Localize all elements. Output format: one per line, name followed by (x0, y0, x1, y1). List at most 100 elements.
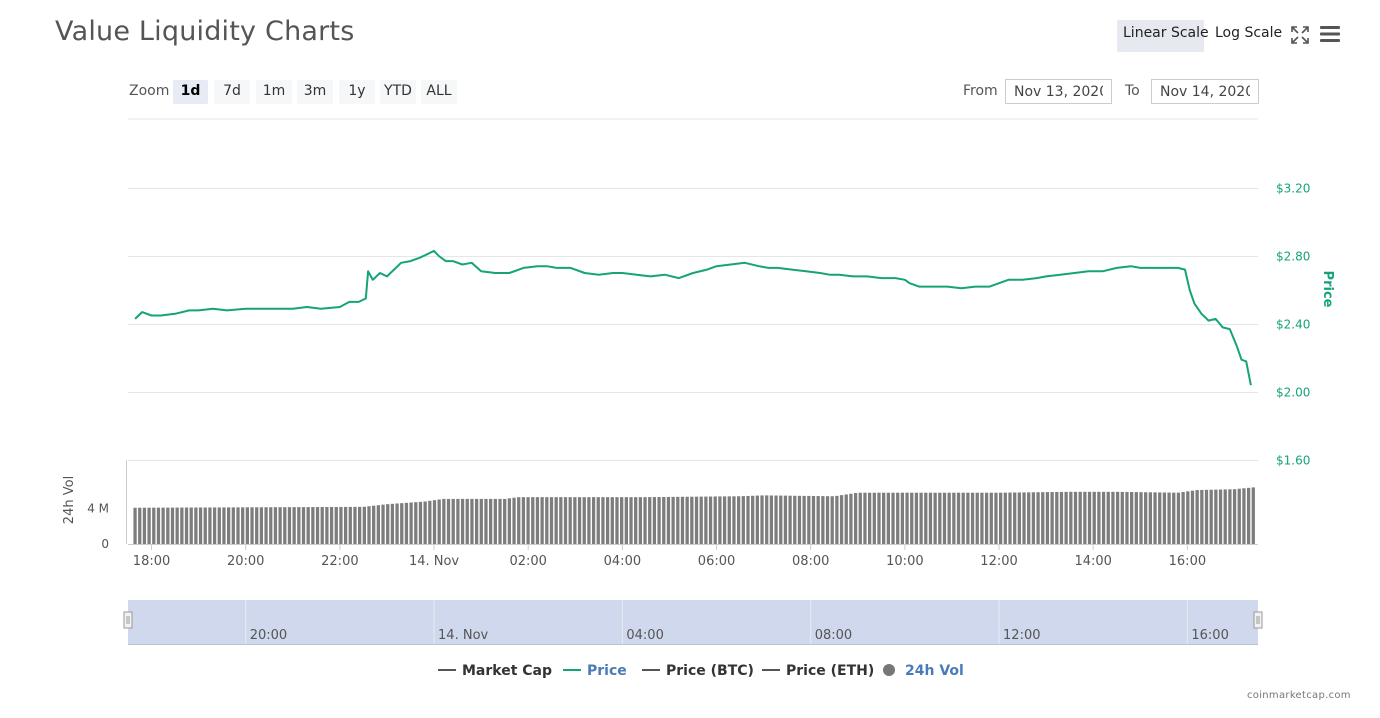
volume-bar (517, 497, 521, 544)
x-tick-label: 20:00 (227, 554, 264, 569)
volume-bar (1134, 492, 1138, 544)
chart-gridlines (128, 118, 1258, 461)
volume-bar (133, 507, 137, 544)
volume-bar (769, 495, 774, 544)
volume-bar (1190, 490, 1195, 544)
volume-bar (1209, 489, 1213, 544)
volume-bar (1059, 491, 1064, 544)
legend-market-cap[interactable]: Market Cap (438, 660, 552, 682)
volume-bar (175, 507, 179, 544)
legend-price-btc-label: Price (BTC) (666, 663, 754, 679)
volume-bar (428, 500, 432, 544)
legend-price[interactable]: Price (563, 660, 627, 682)
volume-bar (306, 507, 310, 544)
volume-bar (212, 507, 217, 544)
volume-bar (166, 507, 170, 544)
volume-bar (278, 507, 282, 544)
volume-bar (811, 495, 816, 544)
volume-bar (999, 492, 1003, 544)
volume-bar (147, 507, 151, 544)
volume-bar (362, 506, 366, 544)
volume-bar (699, 496, 703, 544)
volume-bar (634, 497, 638, 544)
volume-bar (311, 507, 315, 544)
legend-price-eth[interactable]: Price (ETH) (762, 660, 874, 682)
volume-bar (933, 492, 937, 544)
volume-bar (194, 507, 198, 544)
volume-bar (671, 496, 675, 544)
volume-bar (1153, 492, 1157, 544)
volume-bar (1195, 490, 1199, 544)
volume-bar (395, 503, 399, 544)
x-tick-label: 18:00 (133, 554, 170, 569)
price-axis: $1.60 $2.00 $2.40 $2.80 $3.20 Price (1276, 182, 1335, 468)
volume-bar (1167, 492, 1171, 544)
volume-bar (264, 507, 268, 544)
volume-bar (788, 495, 792, 544)
volume-bar (489, 498, 493, 544)
volume-bar (474, 498, 479, 544)
navigator-right-handle[interactable] (1253, 611, 1263, 629)
volume-bar (582, 497, 586, 544)
volume-bar (404, 502, 409, 544)
volume-bar (273, 507, 278, 544)
volume-bar (1069, 491, 1073, 544)
volume-bar (591, 497, 596, 544)
volume-bar (910, 492, 914, 544)
volume-bar (372, 505, 376, 544)
volume-bar (535, 497, 540, 544)
volume-bar (1237, 488, 1241, 544)
volume-bar (886, 492, 890, 544)
legend-price-label: Price (587, 663, 627, 679)
volume-bar (690, 496, 694, 544)
x-tick-label: 14. Nov (409, 554, 459, 569)
legend-price-eth-line (762, 669, 780, 671)
volume-bar (343, 506, 348, 544)
volume-bar (853, 493, 858, 544)
volume-bar (1003, 492, 1007, 544)
volume-bar (414, 502, 418, 544)
volume-bar (554, 497, 558, 544)
volume-bar (493, 498, 497, 544)
volume-bar (1055, 491, 1059, 544)
price-tick-label: $2.80 (1276, 250, 1310, 264)
x-tick-label: 06:00 (698, 554, 735, 569)
volume-bar (942, 492, 947, 544)
volume-bar (503, 498, 507, 544)
volume-bar (765, 495, 769, 544)
navigator-left-handle[interactable] (123, 611, 133, 629)
volume-bar (189, 507, 193, 544)
volume-bar (292, 507, 296, 544)
legend-price-btc[interactable]: Price (BTC) (642, 660, 754, 682)
volume-bar (1013, 492, 1017, 544)
legend-market-cap-line (438, 669, 456, 671)
legend-24h-vol[interactable]: 24h Vol (883, 660, 964, 682)
price-line (134, 249, 1252, 386)
volume-bar (587, 497, 591, 544)
navigator-tick-label: 16:00 (1191, 628, 1228, 643)
volume-bar (1176, 492, 1181, 544)
x-tick-label: 04:00 (604, 554, 641, 569)
price-series (134, 249, 1252, 386)
volume-bar (680, 496, 685, 544)
volume-bar (198, 507, 203, 544)
volume-bar (1162, 492, 1167, 544)
price-tick-label: $2.40 (1276, 318, 1310, 332)
volume-bar (1115, 491, 1120, 544)
volume-bar (708, 496, 713, 544)
volume-bar (924, 492, 928, 544)
volume-bar (1125, 491, 1129, 544)
navigator[interactable]: 20:00 14. Nov 04:00 08:00 12:00 16:00 (123, 600, 1263, 645)
volume-bar (849, 493, 853, 544)
volume-bar (521, 497, 526, 544)
volume-bar (180, 507, 184, 544)
volume-bar (470, 498, 474, 544)
volume-bar (217, 507, 221, 544)
volume-bar (409, 502, 413, 544)
volume-bar (208, 507, 212, 544)
volume-bar (1073, 491, 1078, 544)
volume-bar (629, 497, 633, 544)
volume-bar (1148, 492, 1152, 544)
volume-bar (652, 497, 657, 544)
legend-market-cap-label: Market Cap (462, 663, 553, 679)
